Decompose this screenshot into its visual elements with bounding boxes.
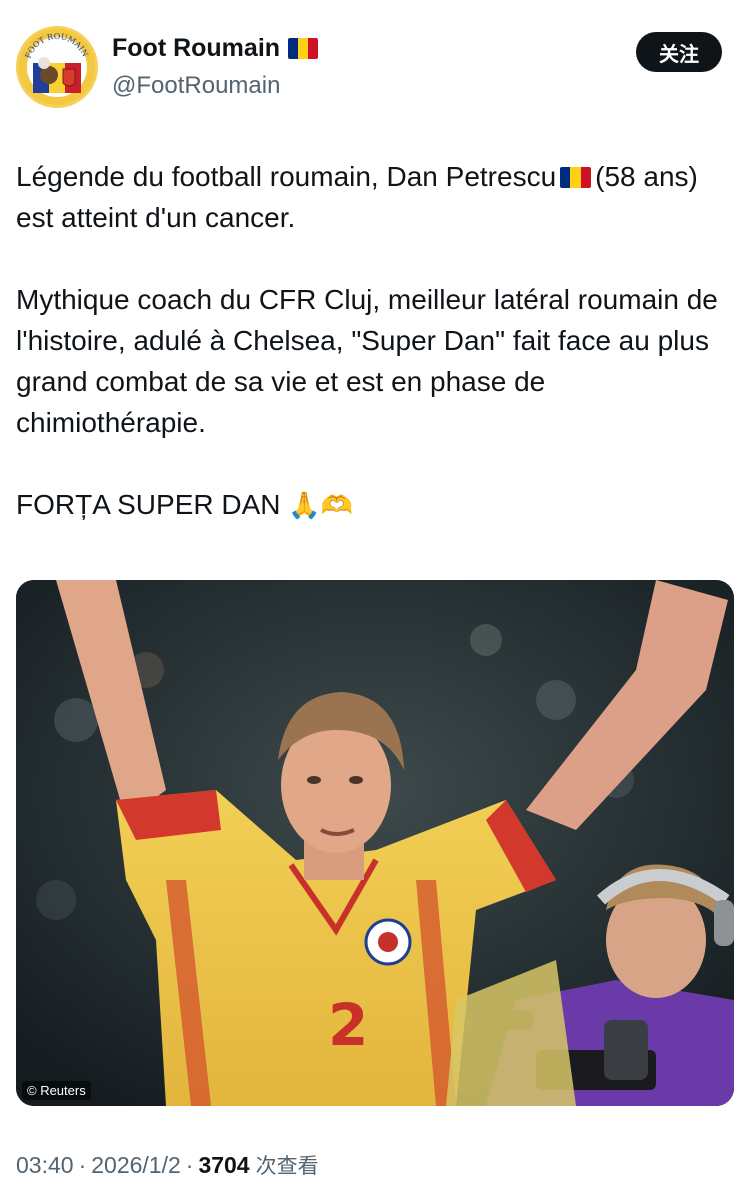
tweet-paragraph-2: Mythique coach du CFR Cluj, meilleur lat…: [16, 284, 718, 438]
photo-credit: © Reuters: [22, 1081, 91, 1100]
separator: ·: [185, 1152, 194, 1178]
tweet-detail: FOOT ROUMAIN Foot Roumain @FootRoumain 关…: [0, 0, 750, 1200]
romania-flag-icon: [560, 167, 592, 188]
author-display-name[interactable]: Foot Roumain: [112, 34, 280, 63]
follow-button[interactable]: 关注: [636, 32, 722, 72]
tweet-paragraph-1: Légende du football roumain, Dan Petresc…: [16, 161, 698, 233]
tweet-paragraph-3: FORȚA SUPER DAN 🙏🫶: [16, 489, 354, 521]
tweet-meta: 03:40 · 2026/1/2 · 3704 次查看: [16, 1150, 319, 1180]
pray-heart-hands-emoji: 🙏🫶: [288, 491, 354, 521]
author-handle[interactable]: @FootRoumain: [112, 72, 318, 100]
foot-roumain-logo-icon: FOOT ROUMAIN: [19, 29, 95, 105]
tweet-photo[interactable]: 2 © Reuters: [16, 580, 734, 1106]
view-count-label: 次查看: [255, 1154, 319, 1178]
tweet-time[interactable]: 03:40: [16, 1152, 74, 1179]
romania-flag-icon: [288, 38, 319, 59]
author-names: Foot Roumain @FootRoumain: [112, 34, 319, 100]
tweet-text: Légende du football roumain, Dan Petresc…: [16, 156, 732, 527]
separator: ·: [78, 1152, 87, 1178]
tweet-date[interactable]: 2026/1/2: [91, 1152, 181, 1179]
view-count: 3704: [198, 1152, 250, 1178]
svg-text:2: 2: [328, 991, 368, 1059]
author-avatar[interactable]: FOOT ROUMAIN: [16, 26, 98, 108]
player-celebration-image: 2: [16, 580, 734, 1106]
tweet-header: FOOT ROUMAIN Foot Roumain @FootRoumain 关…: [16, 26, 722, 110]
